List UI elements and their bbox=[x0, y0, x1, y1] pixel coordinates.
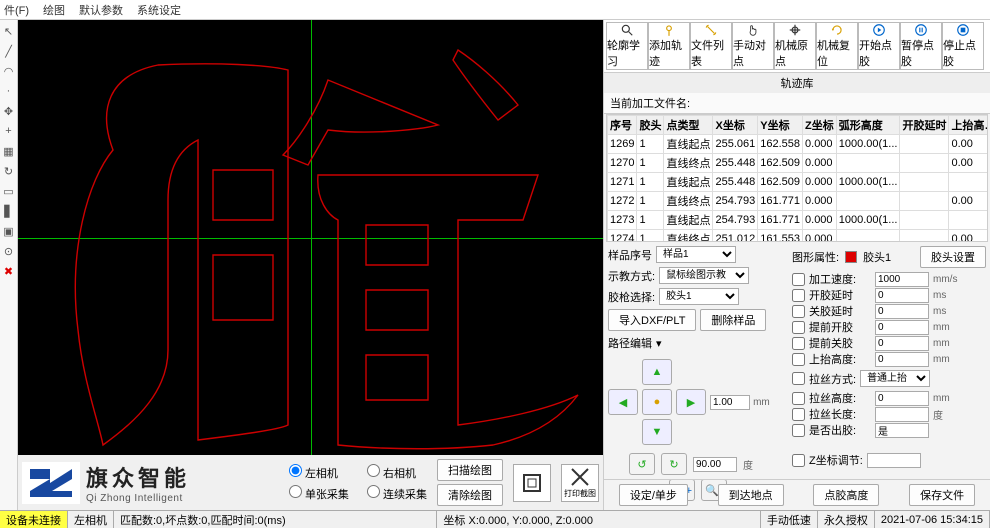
menu-draw[interactable]: 绘图 bbox=[43, 2, 65, 18]
right-button[interactable]: ▶ bbox=[676, 389, 706, 415]
file-list-button[interactable]: 文件列表 bbox=[690, 22, 732, 70]
tool-arc-icon[interactable]: ◠ bbox=[2, 64, 16, 78]
delete-sample-button[interactable]: 删除样品 bbox=[700, 309, 766, 331]
z-adjust-input[interactable] bbox=[867, 453, 921, 468]
status-conn: 设备未连接 bbox=[0, 511, 68, 528]
glue-select[interactable]: 胶头1 bbox=[659, 288, 739, 305]
canvas-bottom: 旗众智能 Qi Zhong Intelligent 左相机 单张采集 右相机 连… bbox=[18, 455, 603, 510]
form-left: 样品序号样品1 示教方式:鼠标绘图示教 胶枪选择:胶头1 导入DXF/PLT删除… bbox=[608, 246, 788, 475]
start-button[interactable]: 开始点胶 bbox=[858, 22, 900, 70]
tool-move-icon[interactable]: ✥ bbox=[2, 104, 16, 118]
menubar: 件(F) 绘图 默认参数 系统设定 bbox=[0, 0, 990, 20]
color-swatch bbox=[845, 251, 857, 263]
pull-mode-select[interactable]: 普通上抬 bbox=[860, 370, 930, 387]
right-pane: 轮廓学习添加轨迹文件列表手动对点机械原点机械复位开始点胶暂停点胶停止点胶 轨迹库… bbox=[603, 20, 990, 510]
table-row[interactable]: 12691直线起点255.061162.5580.0001000.00(1...… bbox=[608, 135, 989, 154]
rot-input[interactable] bbox=[693, 457, 737, 472]
set-step-button[interactable]: 设定/单步 bbox=[619, 484, 688, 506]
tool-arrow-icon[interactable]: ↖ bbox=[2, 24, 16, 38]
canvas-wrap: 旗众智能 Qi Zhong Intelligent 左相机 单张采集 右相机 连… bbox=[18, 20, 603, 510]
status-coord: 坐标 X:0.000, Y:0.000, Z:0.000 bbox=[437, 511, 760, 528]
grid-align-button[interactable] bbox=[513, 464, 551, 502]
form-area: 样品序号样品1 示教方式:鼠标绘图示教 胶枪选择:胶头1 导入DXF/PLT删除… bbox=[604, 242, 990, 479]
machine-origin-button[interactable]: 机械原点 bbox=[774, 22, 816, 70]
rot-cw-button[interactable]: ↻ bbox=[661, 453, 687, 475]
table-row[interactable]: 12711直线起点255.448162.5090.0001000.00(1... bbox=[608, 173, 989, 192]
toolbar: 轮廓学习添加轨迹文件列表手动对点机械原点机械复位开始点胶暂停点胶停止点胶 bbox=[604, 20, 990, 73]
radio-single[interactable]: 单张采集 bbox=[289, 485, 349, 502]
scan-draw-button[interactable]: 扫描绘图 bbox=[437, 459, 503, 481]
tool-x-icon[interactable]: ✖ bbox=[2, 264, 16, 278]
teach-select[interactable]: 鼠标绘图示教 bbox=[659, 267, 749, 284]
menu-file[interactable]: 件(F) bbox=[4, 2, 29, 18]
radio-right-cam[interactable]: 右相机 bbox=[367, 464, 427, 481]
status-time: 2021-07-06 15:34:15 bbox=[875, 511, 990, 528]
menu-default[interactable]: 默认参数 bbox=[79, 2, 123, 18]
table-row[interactable]: 12741直线终点251.012161.5530.0000.00 bbox=[608, 230, 989, 243]
form-right: 图形属性:胶头1胶头设置 加工速度:mm/s开胶延时ms关胶延时ms提前开胶mm… bbox=[792, 246, 986, 475]
clear-draw-button[interactable]: 清除绘图 bbox=[437, 484, 503, 506]
stop-button[interactable]: 停止点胶 bbox=[942, 22, 984, 70]
tool-plus-icon[interactable]: + bbox=[2, 124, 16, 138]
table-row[interactable]: 12721直线终点254.793161.7710.0000.00 bbox=[608, 192, 989, 211]
cut-button[interactable]: 打印截图 bbox=[561, 464, 599, 502]
manual-point-button[interactable]: 手动对点 bbox=[732, 22, 774, 70]
status-match: 匹配数:0,坏点数:0,匹配时间:0(ms) bbox=[114, 511, 437, 528]
left-button[interactable]: ◀ bbox=[608, 389, 638, 415]
lib-title: 轨迹库 bbox=[604, 73, 990, 93]
table-row[interactable]: 12731直线起点254.793161.7710.0001000.00(1... bbox=[608, 211, 989, 230]
logo-mark bbox=[22, 462, 80, 504]
status-bar: 设备未连接 左相机 匹配数:0,坏点数:0,匹配时间:0(ms) 坐标 X:0.… bbox=[0, 510, 990, 528]
arrow-pad: ▲ ◀●▶ ▼ bbox=[608, 359, 706, 445]
main: ↖ ╱ ◠ · ✥ + ▦ ↻ ▭ ▋ ▣ ⊙ ✖ bbox=[0, 20, 990, 510]
center-button[interactable]: ● bbox=[642, 389, 672, 415]
logo: 旗众智能 Qi Zhong Intelligent bbox=[22, 461, 271, 504]
pull-mode-check[interactable] bbox=[792, 372, 805, 385]
pause-button[interactable]: 暂停点胶 bbox=[900, 22, 942, 70]
up-button[interactable]: ▲ bbox=[642, 359, 672, 385]
bottom-buttons: 设定/单步 到达地点 点胶高度 保存文件 bbox=[604, 479, 990, 510]
logo-en: Qi Zhong Intelligent bbox=[86, 493, 190, 504]
save-file-button[interactable]: 保存文件 bbox=[909, 484, 975, 506]
head-settings-button[interactable]: 胶头设置 bbox=[920, 246, 986, 268]
path-table[interactable]: 序号胶头点类型X坐标Y坐标Z坐标弧形高度开胶延时上抬高…12691直线起点255… bbox=[606, 114, 988, 242]
step-input[interactable] bbox=[710, 395, 750, 410]
radio-cont[interactable]: 连续采集 bbox=[367, 485, 427, 502]
import-button[interactable]: 导入DXF/PLT bbox=[608, 309, 696, 331]
machine-reset-button[interactable]: 机械复位 bbox=[816, 22, 858, 70]
tool-dot-icon[interactable]: · bbox=[2, 84, 16, 98]
tool-arc2-icon[interactable]: ⊙ bbox=[2, 244, 16, 258]
add-path-button[interactable]: 添加轨迹 bbox=[648, 22, 690, 70]
sample-select[interactable]: 样品1 bbox=[656, 246, 736, 263]
down-button[interactable]: ▼ bbox=[642, 419, 672, 445]
tool-bar-icon[interactable]: ▋ bbox=[2, 204, 16, 218]
left-tools: ↖ ╱ ◠ · ✥ + ▦ ↻ ▭ ▋ ▣ ⊙ ✖ bbox=[0, 20, 18, 510]
status-speed: 手动低速 bbox=[761, 511, 818, 528]
status-auth: 永久授权 bbox=[818, 511, 875, 528]
logo-cn: 旗众智能 bbox=[86, 461, 190, 493]
tool-sq-icon[interactable]: ▭ bbox=[2, 184, 16, 198]
radio-left-cam[interactable]: 左相机 bbox=[289, 464, 349, 481]
tool-img-icon[interactable]: ▣ bbox=[2, 224, 16, 238]
goto-button[interactable]: 到达地点 bbox=[718, 484, 784, 506]
rot-ccw-button[interactable]: ↺ bbox=[629, 453, 655, 475]
status-cam: 左相机 bbox=[68, 511, 114, 528]
drawing bbox=[18, 20, 603, 455]
z-adjust-check[interactable] bbox=[792, 454, 805, 467]
table-row[interactable]: 12701直线终点255.448162.5090.0000.00 bbox=[608, 154, 989, 173]
menu-system[interactable]: 系统设定 bbox=[137, 2, 181, 18]
current-file-label: 当前加工文件名: bbox=[604, 93, 990, 114]
canvas[interactable] bbox=[18, 20, 603, 455]
tool-rot-icon[interactable]: ↻ bbox=[2, 164, 16, 178]
tool-line-icon[interactable]: ╱ bbox=[2, 44, 16, 58]
tool-grid-icon[interactable]: ▦ bbox=[2, 144, 16, 158]
outline-learn-button[interactable]: 轮廓学习 bbox=[606, 22, 648, 70]
glue-height-button[interactable]: 点胶高度 bbox=[813, 484, 879, 506]
